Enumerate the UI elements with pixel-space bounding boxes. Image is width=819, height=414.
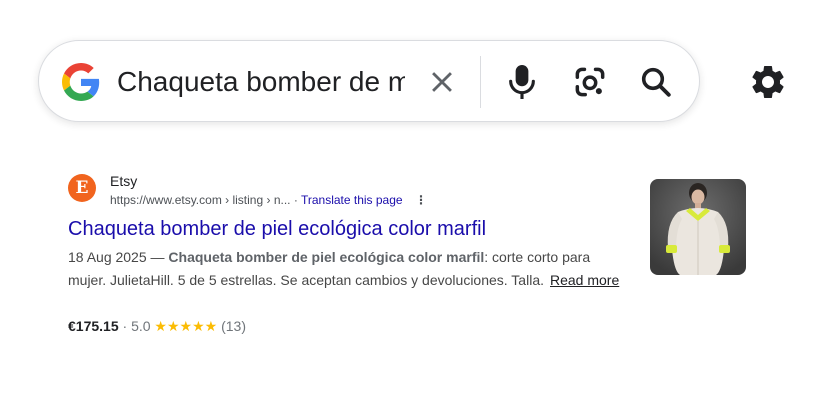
- microphone-icon[interactable]: [505, 62, 539, 102]
- site-url-row: https://www.etsy.com › listing › n... · …: [110, 192, 428, 208]
- rating-separator: ·: [122, 318, 128, 334]
- price: €175.15: [68, 318, 119, 334]
- gear-icon[interactable]: [748, 62, 788, 102]
- rating-value: 5.0: [131, 318, 151, 334]
- site-name[interactable]: Etsy: [110, 172, 137, 190]
- google-lens-icon[interactable]: [571, 63, 609, 101]
- snippet-bold: Chaqueta bomber de piel ecológica color …: [168, 249, 485, 265]
- close-icon[interactable]: [425, 65, 459, 99]
- star-rating-icon: ★★★★★: [154, 318, 218, 334]
- translate-link[interactable]: Translate this page: [301, 193, 403, 207]
- etsy-favicon[interactable]: E: [68, 174, 96, 202]
- search-box[interactable]: Chaqueta bomber de m: [38, 40, 700, 122]
- rating-row: €175.15 · 5.0 ★★★★★ (13): [68, 316, 246, 336]
- snippet-date: 18 Aug 2025 —: [68, 249, 165, 265]
- site-url[interactable]: https://www.etsy.com › listing › n...: [110, 193, 291, 207]
- read-more-link[interactable]: Read more: [550, 272, 619, 288]
- vertical-dots-icon[interactable]: ⋮: [414, 192, 428, 208]
- result-title-link[interactable]: Chaqueta bomber de piel ecológica color …: [68, 216, 486, 242]
- product-thumbnail[interactable]: [650, 179, 746, 275]
- result-snippet: 18 Aug 2025 — Chaqueta bomber de piel ec…: [68, 246, 620, 292]
- google-g-icon: [62, 63, 100, 101]
- search-icon[interactable]: [638, 63, 674, 101]
- review-count: (13): [221, 318, 246, 334]
- search-box-divider: [480, 56, 481, 108]
- search-results-page: Chaqueta bomber de m E Etsy https://www.…: [0, 0, 819, 414]
- search-input[interactable]: Chaqueta bomber de m: [117, 63, 405, 101]
- url-separator: ·: [293, 193, 298, 207]
